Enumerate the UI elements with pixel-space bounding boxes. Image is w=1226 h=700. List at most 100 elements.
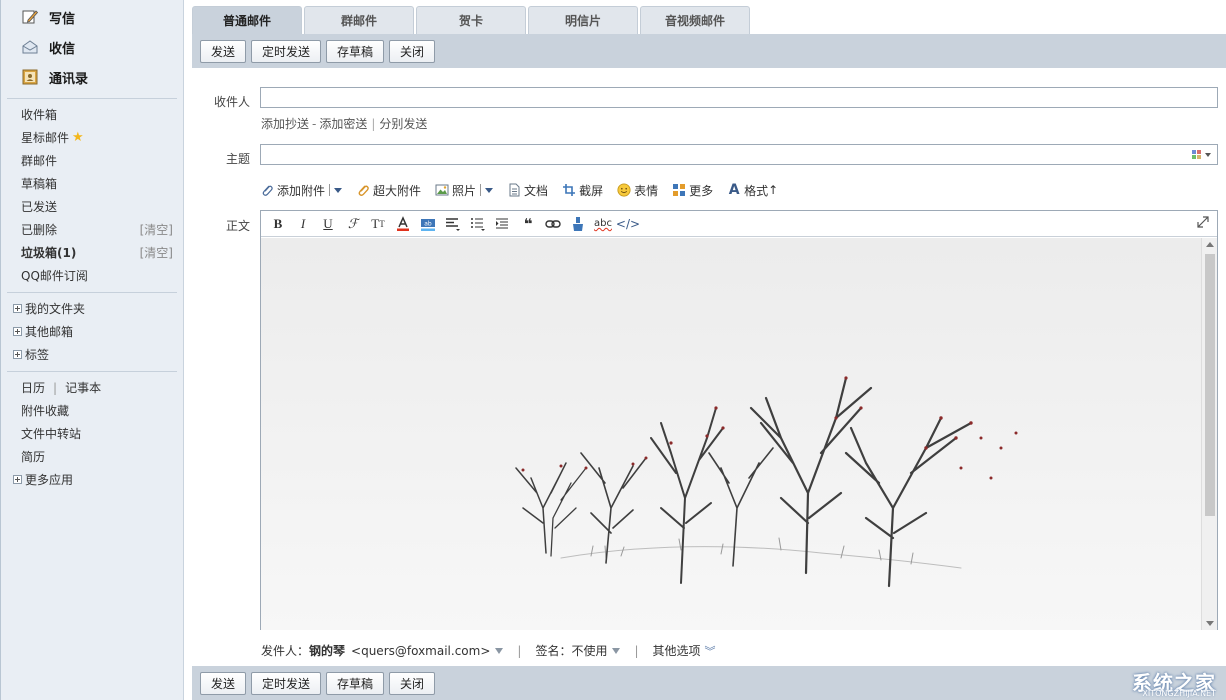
large-attachment-label: 超大附件 — [373, 183, 422, 198]
sidebar-item-spam[interactable]: 垃圾箱(1) [清空] — [7, 241, 177, 264]
sidebar-top-actions: 写信 收信 通讯录 — [7, 0, 177, 99]
indent-icon[interactable] — [492, 213, 514, 235]
clear-format-icon[interactable] — [567, 213, 589, 235]
clear-deleted-link[interactable]: [清空] — [140, 221, 173, 238]
folder-label: 收件箱 — [21, 108, 58, 122]
code-view-icon[interactable]: </> — [616, 213, 640, 235]
editor-toolbar: B I U ℱ TT ab ❝ abc </> — [261, 211, 1217, 237]
expand-plus-icon[interactable] — [13, 327, 22, 336]
contacts-link[interactable]: 通讯录 — [7, 62, 177, 92]
more-button[interactable]: 更多 — [672, 182, 713, 199]
editor-scrollbar[interactable] — [1201, 238, 1217, 630]
signature-select[interactable]: 签名：不使用 — [535, 642, 607, 659]
tab-video-mail[interactable]: 音视频邮件 — [640, 6, 750, 34]
body-label: 正文 — [225, 219, 250, 233]
star-icon: ★ — [72, 130, 84, 145]
fullscreen-icon[interactable] — [1197, 216, 1209, 231]
send-button[interactable]: 发送 — [200, 39, 247, 63]
chevron-down-icon[interactable] — [612, 647, 621, 654]
add-bcc-link[interactable]: 添加密送 — [319, 117, 367, 131]
sidebar-item-inbox[interactable]: 收件箱 — [7, 103, 177, 126]
send-button[interactable]: 发送 — [200, 671, 247, 695]
tab-postcard[interactable]: 明信片 — [528, 6, 638, 34]
font-size-icon[interactable]: TT — [367, 213, 389, 235]
font-color-icon[interactable] — [392, 213, 414, 235]
scroll-down-icon[interactable] — [1206, 621, 1214, 626]
clear-spam-link[interactable]: [清空] — [140, 244, 173, 261]
expand-plus-icon[interactable] — [13, 475, 22, 484]
recipient-input[interactable] — [260, 87, 1218, 108]
italic-icon[interactable]: I — [292, 213, 314, 235]
inbox-link[interactable]: 收信 — [7, 32, 177, 62]
large-paperclip-icon — [356, 183, 370, 197]
double-chevron-down-icon[interactable]: ︾ — [705, 643, 716, 659]
large-attachment-button[interactable]: 超大附件 — [356, 182, 421, 199]
chevron-down-icon[interactable] — [485, 187, 494, 193]
sidebar-item-tags[interactable]: 标签 — [7, 343, 177, 366]
sidebar-item-attachments[interactable]: 附件收藏 — [7, 399, 177, 422]
sender-email[interactable]: <quers@foxmail.com> — [351, 644, 490, 658]
sidebar-item-group-mail[interactable]: 群邮件 — [7, 149, 177, 172]
chevron-down-icon[interactable] — [495, 647, 504, 654]
emoji-button[interactable]: 表情 — [617, 182, 658, 199]
scheduled-send-button[interactable]: 定时发送 — [251, 671, 322, 695]
sidebar-item-resume[interactable]: 简历 — [7, 445, 177, 468]
sidebar-item-other-mailboxes[interactable]: 其他邮箱 — [7, 320, 177, 343]
divider: | — [371, 117, 376, 131]
notes-link[interactable]: 记事本 — [65, 379, 101, 396]
quote-icon[interactable]: ❝ — [517, 213, 539, 235]
sidebar-item-file-transfer[interactable]: 文件中转站 — [7, 422, 177, 445]
watermark-subtext: XITONGZHIJIA.NET — [1142, 689, 1216, 698]
folder-label: 标签 — [25, 348, 50, 362]
other-options-link[interactable]: 其他选项 — [653, 642, 701, 659]
subject-input[interactable] — [260, 144, 1218, 165]
sidebar-item-sent[interactable]: 已发送 — [7, 195, 177, 218]
link-icon[interactable] — [542, 213, 564, 235]
folder-label: 其他邮箱 — [25, 325, 74, 339]
format-button[interactable]: A 格式 ↑ — [727, 182, 779, 199]
close-button[interactable]: 关闭 — [389, 39, 436, 63]
scroll-thumb[interactable] — [1205, 254, 1215, 516]
sidebar-item-more-apps[interactable]: 更多应用 — [7, 468, 177, 491]
subject-color-picker[interactable] — [1192, 150, 1211, 160]
add-cc-link[interactable]: 添加抄送 — [261, 117, 309, 131]
calendar-link[interactable]: 日历 — [21, 379, 45, 396]
sidebar-item-subscriptions[interactable]: QQ邮件订阅 — [7, 264, 177, 287]
tab-greeting-card[interactable]: 贺卡 — [416, 6, 526, 34]
sidebar-item-starred[interactable]: 星标邮件 ★ — [7, 126, 177, 149]
list-icon[interactable] — [467, 213, 489, 235]
align-icon[interactable] — [442, 213, 464, 235]
sidebar-item-calendar-notes: 日历 | 记事本 — [7, 376, 177, 399]
scheduled-send-button[interactable]: 定时发送 — [251, 39, 322, 63]
scroll-up-icon[interactable] — [1206, 242, 1214, 247]
folder-label: 简历 — [21, 450, 46, 464]
highlight-color-icon[interactable]: ab — [417, 213, 439, 235]
tab-normal-mail[interactable]: 普通邮件 — [192, 6, 302, 34]
font-family-icon[interactable]: ℱ — [342, 213, 364, 235]
sidebar-item-deleted[interactable]: 已删除 [清空] — [7, 218, 177, 241]
screenshot-button[interactable]: 截屏 — [562, 182, 603, 199]
sidebar-item-drafts[interactable]: 草稿箱 — [7, 172, 177, 195]
document-button[interactable]: 文档 — [507, 182, 548, 199]
compose-link[interactable]: 写信 — [7, 2, 177, 32]
arrow-up-icon: ↑ — [768, 183, 779, 197]
spellcheck-icon[interactable]: abc — [592, 213, 614, 235]
underline-icon[interactable]: U — [317, 213, 339, 235]
photo-button[interactable]: 照片 — [435, 182, 494, 199]
top-toolbar: 发送 定时发送 存草稿 关闭 — [192, 34, 1226, 68]
compose-label: 写信 — [49, 11, 76, 27]
expand-plus-icon[interactable] — [13, 304, 22, 313]
expand-plus-icon[interactable] — [13, 350, 22, 359]
chevron-down-icon[interactable] — [334, 187, 343, 193]
editor-body[interactable] — [261, 238, 1202, 630]
more-label: 更多 — [689, 183, 714, 198]
sidebar-item-my-folders[interactable]: 我的文件夹 — [7, 297, 177, 320]
tab-group-mail[interactable]: 群邮件 — [304, 6, 414, 34]
save-draft-button[interactable]: 存草稿 — [326, 671, 385, 695]
add-attachment-button[interactable]: 添加附件 — [260, 182, 343, 199]
separate-send-link[interactable]: 分别发送 — [379, 117, 427, 131]
close-button[interactable]: 关闭 — [389, 671, 436, 695]
save-draft-button[interactable]: 存草稿 — [326, 39, 385, 63]
bold-icon[interactable]: B — [267, 213, 289, 235]
contacts-label: 通讯录 — [49, 71, 89, 87]
